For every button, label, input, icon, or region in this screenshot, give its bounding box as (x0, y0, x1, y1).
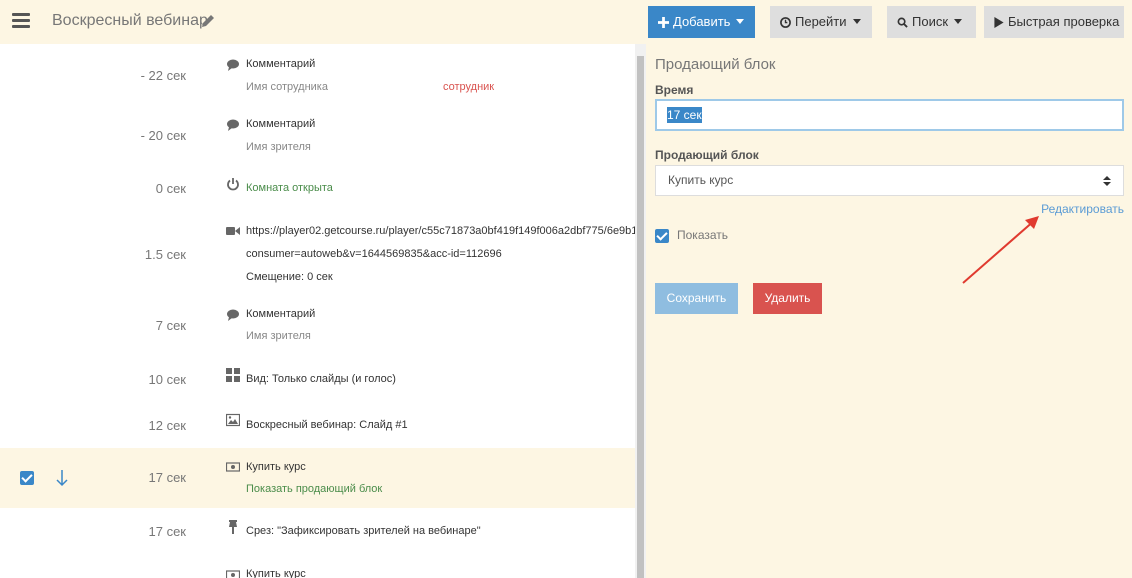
list-item[interactable]: Купить курс (0, 558, 635, 578)
event-title: Вид: Только слайды (и голос) (246, 373, 396, 385)
event-title: Комната открыта (246, 182, 333, 194)
quick-check-button[interactable]: Быстрая проверка (984, 6, 1124, 38)
event-time: 10 сек (148, 372, 187, 387)
event-title: Воскресный вебинар: Слайд #1 (246, 419, 408, 431)
event-subtitle: Имя зрителя (246, 141, 311, 153)
event-time: 7 сек (155, 318, 186, 333)
event-time: - 22 сек (140, 68, 186, 83)
staff-badge: сотрудник (443, 81, 495, 93)
list-item-selected[interactable]: 17 сек Купить курс Показать продающий бл… (0, 448, 635, 508)
event-subtitle: Имя зрителя (246, 330, 311, 342)
block-label: Продающий блок (655, 148, 759, 162)
list-item[interactable]: 10 сек Вид: Только слайды (и голос) (0, 364, 635, 410)
video-icon (226, 227, 240, 235)
image-icon (226, 413, 240, 427)
list-item[interactable]: 7 сек Комментарий Имя зрителя (0, 300, 635, 364)
show-checkbox[interactable] (655, 229, 669, 243)
chevron-down-icon (736, 19, 745, 24)
sales-block-select[interactable]: Купить курс (655, 165, 1124, 196)
scrollbar-thumb[interactable] (637, 56, 644, 578)
row-checkbox[interactable] (20, 471, 34, 485)
list-item[interactable]: - 20 сек Комментарий Имя зрителя (0, 104, 635, 164)
list-item[interactable]: 1.5 сек https://player02.getcourse.ru/pl… (0, 210, 635, 300)
page-title: Воскресный вебинар (52, 12, 208, 29)
comment-icon (227, 309, 239, 321)
time-input-value: 17 сек (667, 107, 702, 123)
panel-title: Продающий блок (655, 56, 776, 73)
event-time: 17 сек (148, 524, 187, 539)
event-title: Комментарий (246, 118, 316, 130)
list-scrollbar[interactable] (635, 44, 646, 578)
menu-icon[interactable] (12, 13, 30, 29)
money-icon (226, 462, 240, 472)
event-time: 12 сек (148, 418, 187, 433)
event-title: Срез: "Зафиксировать зрителей на вебинар… (246, 525, 481, 537)
event-time: - 20 сек (140, 128, 186, 143)
show-label: Показать (677, 228, 729, 242)
list-item[interactable]: - 22 сек Комментарий Имя сотрудника сотр… (0, 44, 635, 104)
event-time: 1.5 сек (144, 247, 186, 262)
arrow-down-icon[interactable] (56, 469, 68, 487)
chevron-down-icon (852, 19, 861, 24)
goto-button-label: Перейти (795, 14, 847, 29)
play-icon (994, 17, 1004, 28)
annotation-arrow-icon (962, 216, 1039, 284)
event-title: Комментарий (246, 58, 316, 70)
event-list: - 22 сек Комментарий Имя сотрудника сотр… (0, 44, 646, 578)
add-button[interactable]: Добавить (648, 6, 755, 38)
goto-button[interactable]: Перейти (770, 6, 872, 38)
list-item[interactable]: 17 сек Срез: "Зафиксировать зрителей на … (0, 508, 635, 558)
event-subtitle: Имя сотрудника (246, 81, 328, 93)
add-button-label: Добавить (673, 14, 731, 29)
event-title: Купить курс (246, 461, 306, 473)
video-offset: Смещение: 0 сек (246, 271, 333, 283)
comment-icon (227, 119, 239, 131)
time-label: Время (655, 83, 694, 97)
delete-button[interactable]: Удалить (753, 283, 822, 314)
time-input[interactable]: 17 сек (655, 99, 1124, 131)
chevron-down-icon (954, 19, 963, 24)
save-button[interactable]: Сохранить (655, 283, 738, 314)
pencil-icon[interactable] (200, 13, 216, 29)
search-icon (897, 17, 908, 28)
comment-icon (227, 59, 239, 71)
money-icon (226, 570, 240, 578)
pin-icon (229, 520, 237, 534)
event-time: 0 сек (155, 181, 186, 196)
list-item[interactable]: 12 сек Воскресный вебинар: Слайд #1 (0, 410, 635, 448)
select-arrows-icon (1103, 176, 1111, 186)
edit-link[interactable]: Редактировать (1041, 202, 1124, 216)
quick-check-button-label: Быстрая проверка (1008, 14, 1120, 29)
video-url: https://player02.getcourse.ru/player/c55… (246, 225, 635, 237)
top-bar: Воскресный вебинар Добавить Перейти Поис… (0, 0, 1132, 44)
search-button-label: Поиск (912, 14, 949, 29)
list-item[interactable]: 0 сек Комната открыта (0, 164, 635, 210)
event-title: Купить курс (246, 568, 306, 578)
clock-icon (780, 17, 791, 28)
video-url-params: consumer=autoweb&v=1644569835&acc-id=112… (246, 248, 502, 260)
event-time: 17 сек (148, 470, 187, 485)
search-button[interactable]: Поиск (887, 6, 976, 38)
event-title: Комментарий (246, 308, 316, 320)
plus-icon (658, 17, 669, 28)
sales-block-select-value: Купить курс (668, 173, 734, 187)
event-subtitle[interactable]: Показать продающий блок (246, 483, 382, 495)
power-icon (227, 178, 239, 191)
sales-block-panel: Продающий блок Время 17 сек Продающий бл… (646, 44, 1132, 578)
grid-icon (226, 368, 240, 382)
